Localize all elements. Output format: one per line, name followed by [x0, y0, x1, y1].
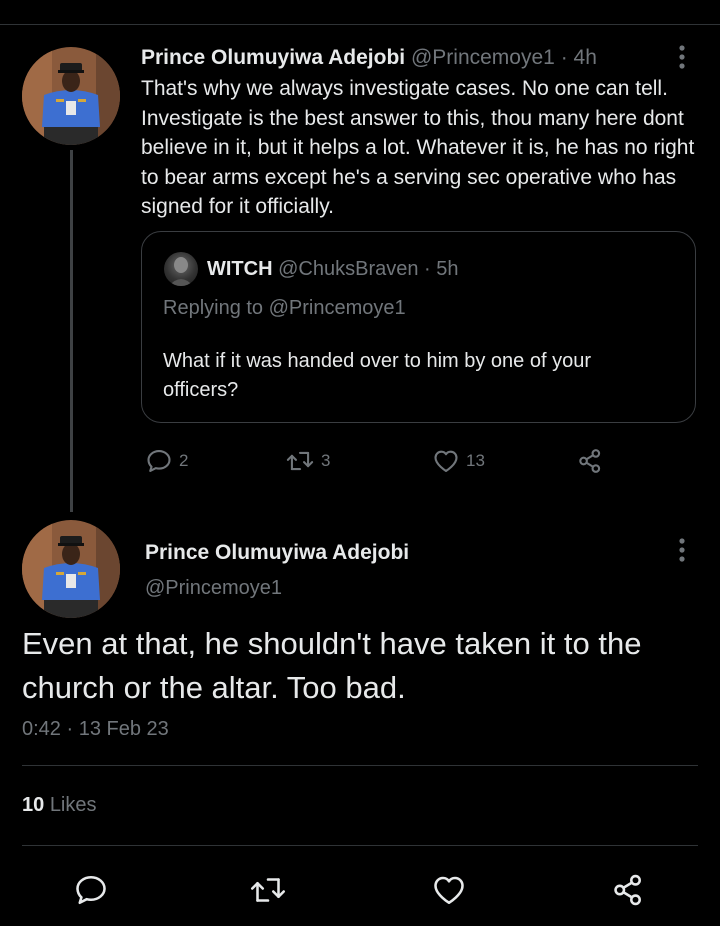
quoted-author-name: WITCH: [207, 258, 273, 280]
reply-button[interactable]: [73, 872, 109, 908]
quoted-separator: ·: [424, 258, 431, 280]
more-vertical-icon[interactable]: [677, 44, 687, 70]
reply-count: 2: [179, 451, 189, 470]
likes-count: 10: [22, 794, 45, 816]
avatar[interactable]: [22, 47, 120, 145]
retweet-icon: [248, 872, 288, 908]
quoted-tweet[interactable]: WITCH @ChuksBraven · 5h Replying to @Pri…: [141, 231, 696, 423]
like-count: 13: [466, 451, 485, 470]
reply-button[interactable]: 2: [145, 447, 188, 475]
main-author-handle[interactable]: @Princemoye1: [145, 575, 282, 601]
retweet-count: 3: [321, 451, 331, 470]
quoted-text: What if it was handed over to him by one…: [163, 350, 591, 401]
share-icon: [576, 447, 604, 475]
main-avatar[interactable]: [22, 520, 120, 618]
share-icon: [610, 872, 646, 908]
like-button[interactable]: [431, 872, 467, 908]
top-divider: [0, 24, 720, 25]
main-tweet-text: Even at that, he shouldn't have taken it…: [22, 626, 642, 705]
comment-icon: [145, 447, 173, 475]
quoted-author-handle: @ChuksBraven: [278, 258, 419, 280]
divider: [22, 845, 698, 846]
likes-label: Likes: [49, 794, 97, 816]
share-button[interactable]: [576, 447, 604, 475]
author-handle[interactable]: @Princemoye1: [411, 46, 555, 69]
tweet-timestamp[interactable]: 0:42 · 13 Feb 23: [22, 716, 169, 742]
quoted-header: WITCH @ChuksBraven · 5h: [207, 256, 459, 282]
like-button[interactable]: 13: [432, 447, 485, 475]
likes-summary[interactable]: 10 Likes: [22, 792, 97, 818]
comment-icon: [73, 872, 109, 908]
more-vertical-icon[interactable]: [677, 537, 687, 563]
reply-tweet-text: That's why we always investigate cases. …: [141, 77, 695, 218]
divider: [22, 765, 698, 766]
thread-line: [70, 150, 73, 512]
heart-icon: [432, 447, 460, 475]
share-button[interactable]: [610, 872, 646, 908]
heart-icon: [431, 872, 467, 908]
retweet-button[interactable]: 3: [285, 447, 330, 475]
retweet-button[interactable]: [248, 872, 288, 908]
quoted-avatar: [164, 252, 198, 286]
quoted-replying-to: Replying to @Princemoye1: [163, 297, 406, 319]
quoted-time-ago: 5h: [436, 258, 459, 280]
author-name[interactable]: Prince Olumuyiwa Adejobi: [141, 46, 405, 69]
separator: ·: [560, 46, 568, 69]
retweet-icon: [285, 447, 315, 475]
time-ago[interactable]: 4h: [574, 46, 597, 69]
reply-tweet-header: Prince Olumuyiwa Adejobi @Princemoye1 · …: [141, 44, 597, 72]
main-author-name[interactable]: Prince Olumuyiwa Adejobi: [145, 540, 409, 566]
